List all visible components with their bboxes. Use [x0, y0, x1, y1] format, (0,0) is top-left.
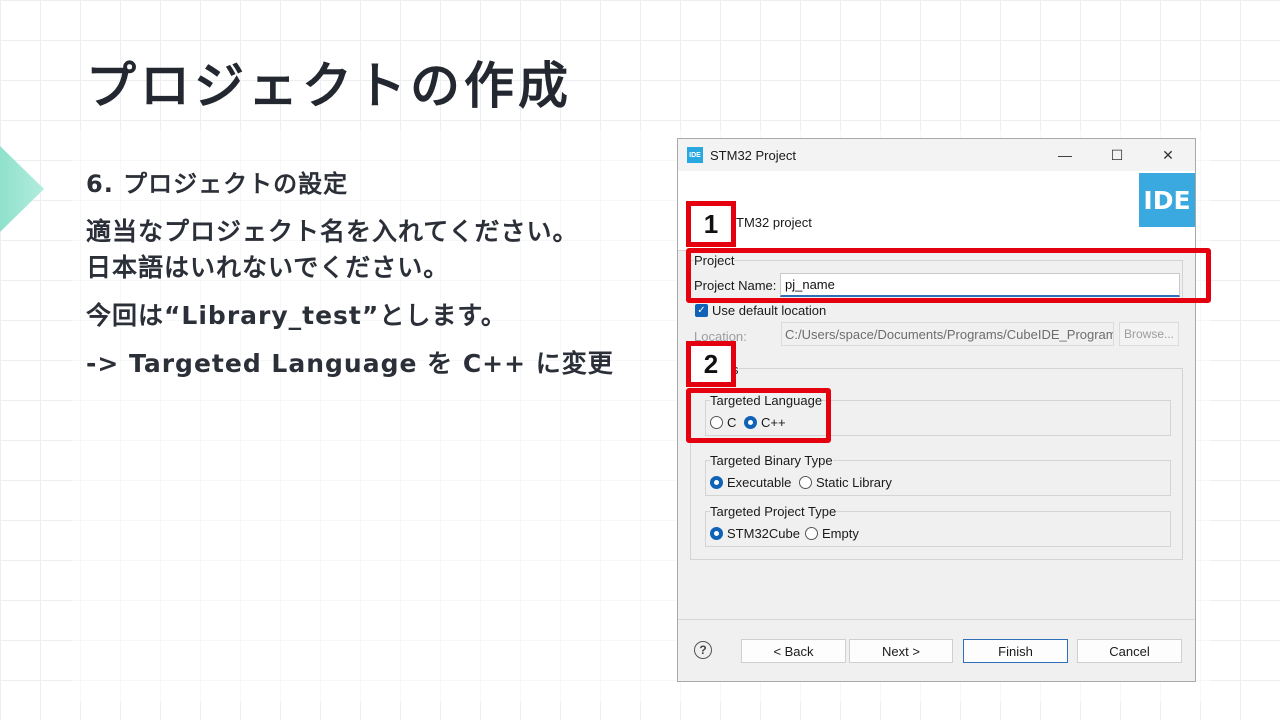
radio-project-empty[interactable] — [805, 527, 818, 540]
targeted-binary-type-label: Targeted Binary Type — [710, 453, 833, 468]
finish-button[interactable]: Finish — [963, 639, 1068, 663]
radio-project-stm32cube-label: STM32Cube — [727, 526, 800, 541]
instructions: 6. プロジェクトの設定 適当なプロジェクト名を入れてください。 日本語はいれな… — [86, 166, 626, 382]
step-heading: 6. プロジェクトの設定 — [86, 170, 349, 198]
window-title: STM32 Project — [710, 147, 796, 163]
help-icon[interactable]: ? — [694, 641, 712, 659]
minimize-icon[interactable]: — — [1053, 145, 1077, 165]
marker-1: 1 — [686, 201, 736, 247]
instruction-line-2: 日本語はいれないでください。 — [86, 253, 450, 282]
next-button[interactable]: Next > — [849, 639, 953, 663]
radio-project-empty-label: Empty — [822, 526, 859, 541]
dialog-titlebar[interactable]: IDE STM32 Project — ☐ ✕ — [678, 139, 1195, 171]
ide-logo: IDE — [1139, 173, 1195, 227]
radio-binary-executable[interactable] — [710, 476, 723, 489]
footer-separator — [678, 619, 1195, 620]
wizard-header: TM32 project IDE — [678, 171, 1195, 251]
targeted-project-type-label: Targeted Project Type — [710, 504, 837, 519]
use-default-location-checkbox[interactable]: ✓ — [695, 304, 708, 317]
location-input[interactable]: C:/Users/space/Documents/Programs/CubeID… — [781, 322, 1114, 346]
accent-arrow-decoration — [0, 146, 44, 232]
slide-title: プロジェクトの作成 — [86, 57, 572, 115]
radio-binary-executable-label: Executable — [727, 475, 792, 490]
highlight-targeted-language — [686, 388, 831, 443]
radio-binary-static-library-label: Static Library — [816, 475, 892, 490]
radio-project-stm32cube[interactable] — [710, 527, 723, 540]
use-default-location-label: Use default location — [712, 303, 827, 318]
instruction-line-4: -> Targeted Language を C++ に変更 — [86, 349, 614, 378]
cancel-button[interactable]: Cancel — [1077, 639, 1182, 663]
marker-2: 2 — [686, 341, 736, 387]
instruction-line-3: 今回は“Library_test”とします。 — [86, 301, 507, 330]
instruction-line-1: 適当なプロジェクト名を入れてください。 — [86, 217, 579, 246]
back-button[interactable]: < Back — [741, 639, 846, 663]
maximize-icon[interactable]: ☐ — [1105, 145, 1129, 165]
radio-binary-static-library[interactable] — [799, 476, 812, 489]
ide-app-icon: IDE — [687, 147, 703, 163]
wizard-header-title: TM32 project — [736, 215, 812, 230]
highlight-project-name — [686, 248, 1211, 303]
close-icon[interactable]: ✕ — [1156, 145, 1180, 165]
browse-button[interactable]: Browse... — [1119, 322, 1179, 346]
